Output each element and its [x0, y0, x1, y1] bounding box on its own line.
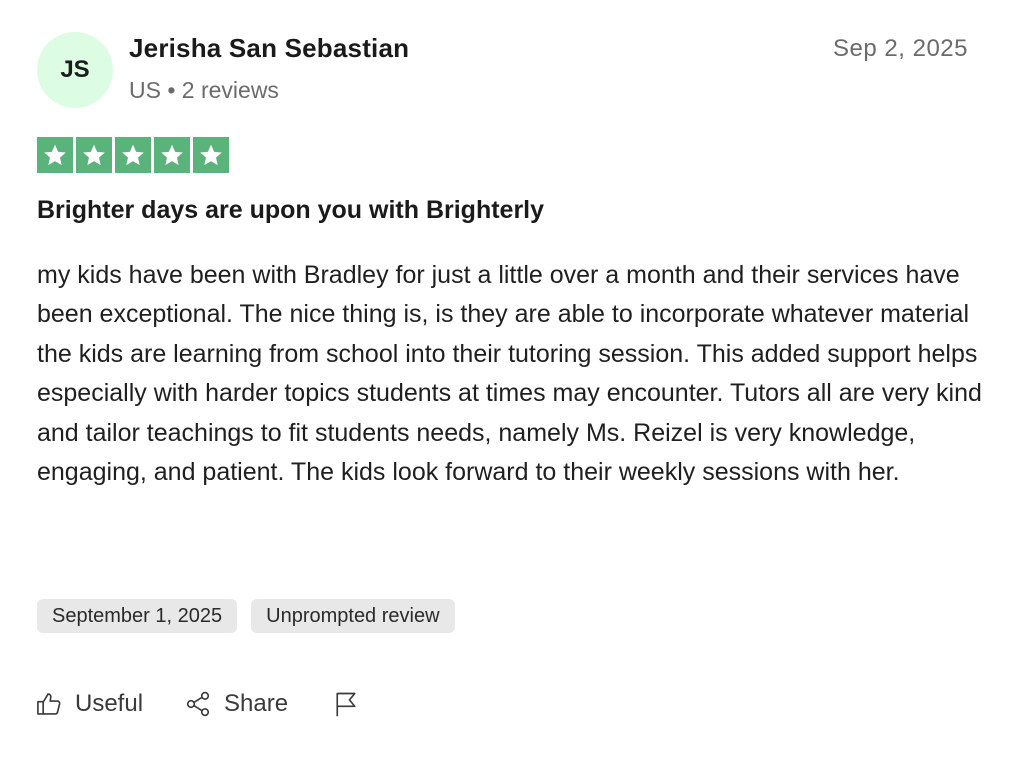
- review-card: JS Jerisha San Sebastian US • 2 reviews …: [0, 0, 1024, 775]
- useful-button[interactable]: Useful: [35, 690, 143, 718]
- reviewer-name[interactable]: Jerisha San Sebastian: [129, 33, 409, 64]
- experience-date-badge: September 1, 2025: [37, 599, 238, 633]
- star-icon: [37, 137, 73, 173]
- avatar-initials: JS: [60, 56, 90, 83]
- useful-label: Useful: [75, 690, 144, 717]
- review-date: Sep 2, 2025: [833, 35, 968, 62]
- star-icon: [193, 137, 229, 173]
- review-actions: Useful Share: [35, 686, 360, 722]
- review-type-badge[interactable]: Unprompted review: [251, 599, 455, 633]
- share-button[interactable]: Share: [184, 690, 288, 718]
- review-body: my kids have been with Bradley for just …: [37, 261, 982, 487]
- star-icon: [154, 137, 190, 173]
- share-label: Share: [224, 690, 289, 717]
- thumbs-up-icon: [37, 693, 61, 715]
- review-chips: September 1, 2025 Unprompted review: [37, 599, 455, 633]
- star-icon: [76, 137, 112, 173]
- report-button[interactable]: [332, 690, 360, 718]
- avatar[interactable]: JS: [37, 32, 113, 108]
- star-icon: [115, 137, 151, 173]
- star-rating: [37, 137, 229, 173]
- flag-icon: [336, 692, 356, 717]
- review-title[interactable]: Brighter days are upon you with Brighter…: [37, 196, 544, 225]
- share-icon: [186, 691, 210, 717]
- reviewer-meta: US • 2 reviews: [129, 77, 279, 103]
